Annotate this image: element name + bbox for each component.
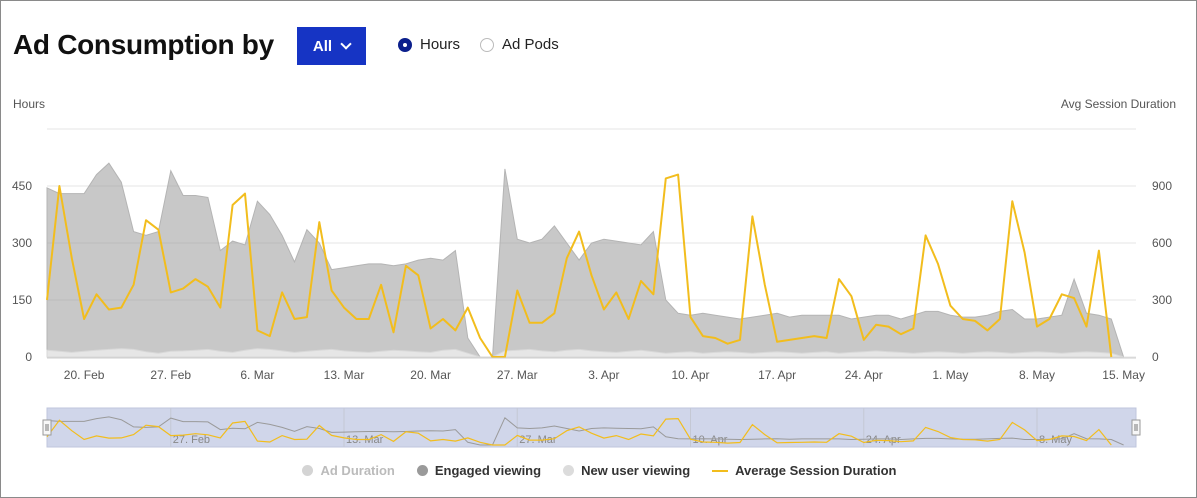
legend-line-icon (712, 469, 729, 472)
legend-item-ad-duration[interactable]: Ad Duration (302, 463, 395, 478)
x-tick-label: 8. May (1019, 368, 1055, 382)
x-tick-label: 15. May (1102, 368, 1145, 382)
legend-item-avg-session[interactable]: Average Session Duration (712, 463, 897, 478)
x-tick-label: 20. Mar (410, 368, 451, 382)
navigator-left-handle[interactable] (42, 419, 52, 436)
y-tick-label: 450 (12, 179, 32, 193)
chart-widget: Ad Consumption by All Hours Ad Pods Hour… (0, 0, 1197, 498)
x-tick-label: 27. Mar (497, 368, 538, 382)
y2-axis-ticks: 0 300 600 900 (1152, 179, 1172, 364)
x-tick-label: 24. Apr (845, 368, 883, 382)
x-tick-label: 17. Apr (758, 368, 796, 382)
y-tick-label: 150 (12, 293, 32, 307)
x-tick-label: 27. Feb (150, 368, 191, 382)
y2-tick-label: 300 (1152, 293, 1172, 307)
legend-label: New user viewing (581, 463, 691, 478)
navigator: 27. Feb 13. Mar 27. Mar 10. Apr 24. Apr 8. Ma… (42, 407, 1141, 448)
y-tick-label: 300 (12, 236, 32, 250)
legend-dot-icon (416, 465, 428, 476)
navigator-right-handle[interactable] (1131, 419, 1141, 436)
x-axis-ticks: 20. Feb 27. Feb 6. Mar 13. Mar 20. Mar 27. Ma… (47, 357, 1145, 382)
y-tick-label: 0 (25, 350, 32, 364)
y2-tick-label: 900 (1152, 179, 1172, 193)
y2-tick-label: 600 (1152, 236, 1172, 250)
y-axis-ticks: 0 150 300 450 (12, 179, 32, 364)
navigator-tick-label: 10. Apr (693, 434, 728, 446)
x-tick-label: 3. Apr (588, 368, 619, 382)
y2-tick-label: 0 (1152, 350, 1159, 364)
legend-dot-icon (563, 465, 575, 476)
legend-label: Ad Duration (320, 463, 395, 478)
legend-item-new-user-viewing[interactable]: New user viewing (563, 463, 690, 478)
x-tick-label: 6. Mar (240, 368, 274, 382)
legend-item-engaged-viewing[interactable]: Engaged viewing (416, 463, 542, 478)
legend-dot-icon (302, 465, 314, 476)
x-tick-label: 10. Apr (671, 368, 709, 382)
legend: Ad Duration Engaged viewing New user vie… (1, 463, 1197, 478)
x-tick-label: 1. May (932, 368, 968, 382)
chart-svg: 0 150 300 450 0 300 600 900 20. Feb 27. Feb 6. M… (12, 128, 1172, 448)
legend-label: Engaged viewing (434, 463, 542, 478)
legend-label: Average Session Duration (735, 463, 897, 478)
area-series (46, 162, 1125, 358)
x-tick-label: 20. Feb (64, 368, 105, 382)
navigator-window[interactable] (46, 407, 1137, 448)
x-tick-label: 13. Mar (324, 368, 365, 382)
series-engaged-viewing-area (46, 162, 1125, 358)
